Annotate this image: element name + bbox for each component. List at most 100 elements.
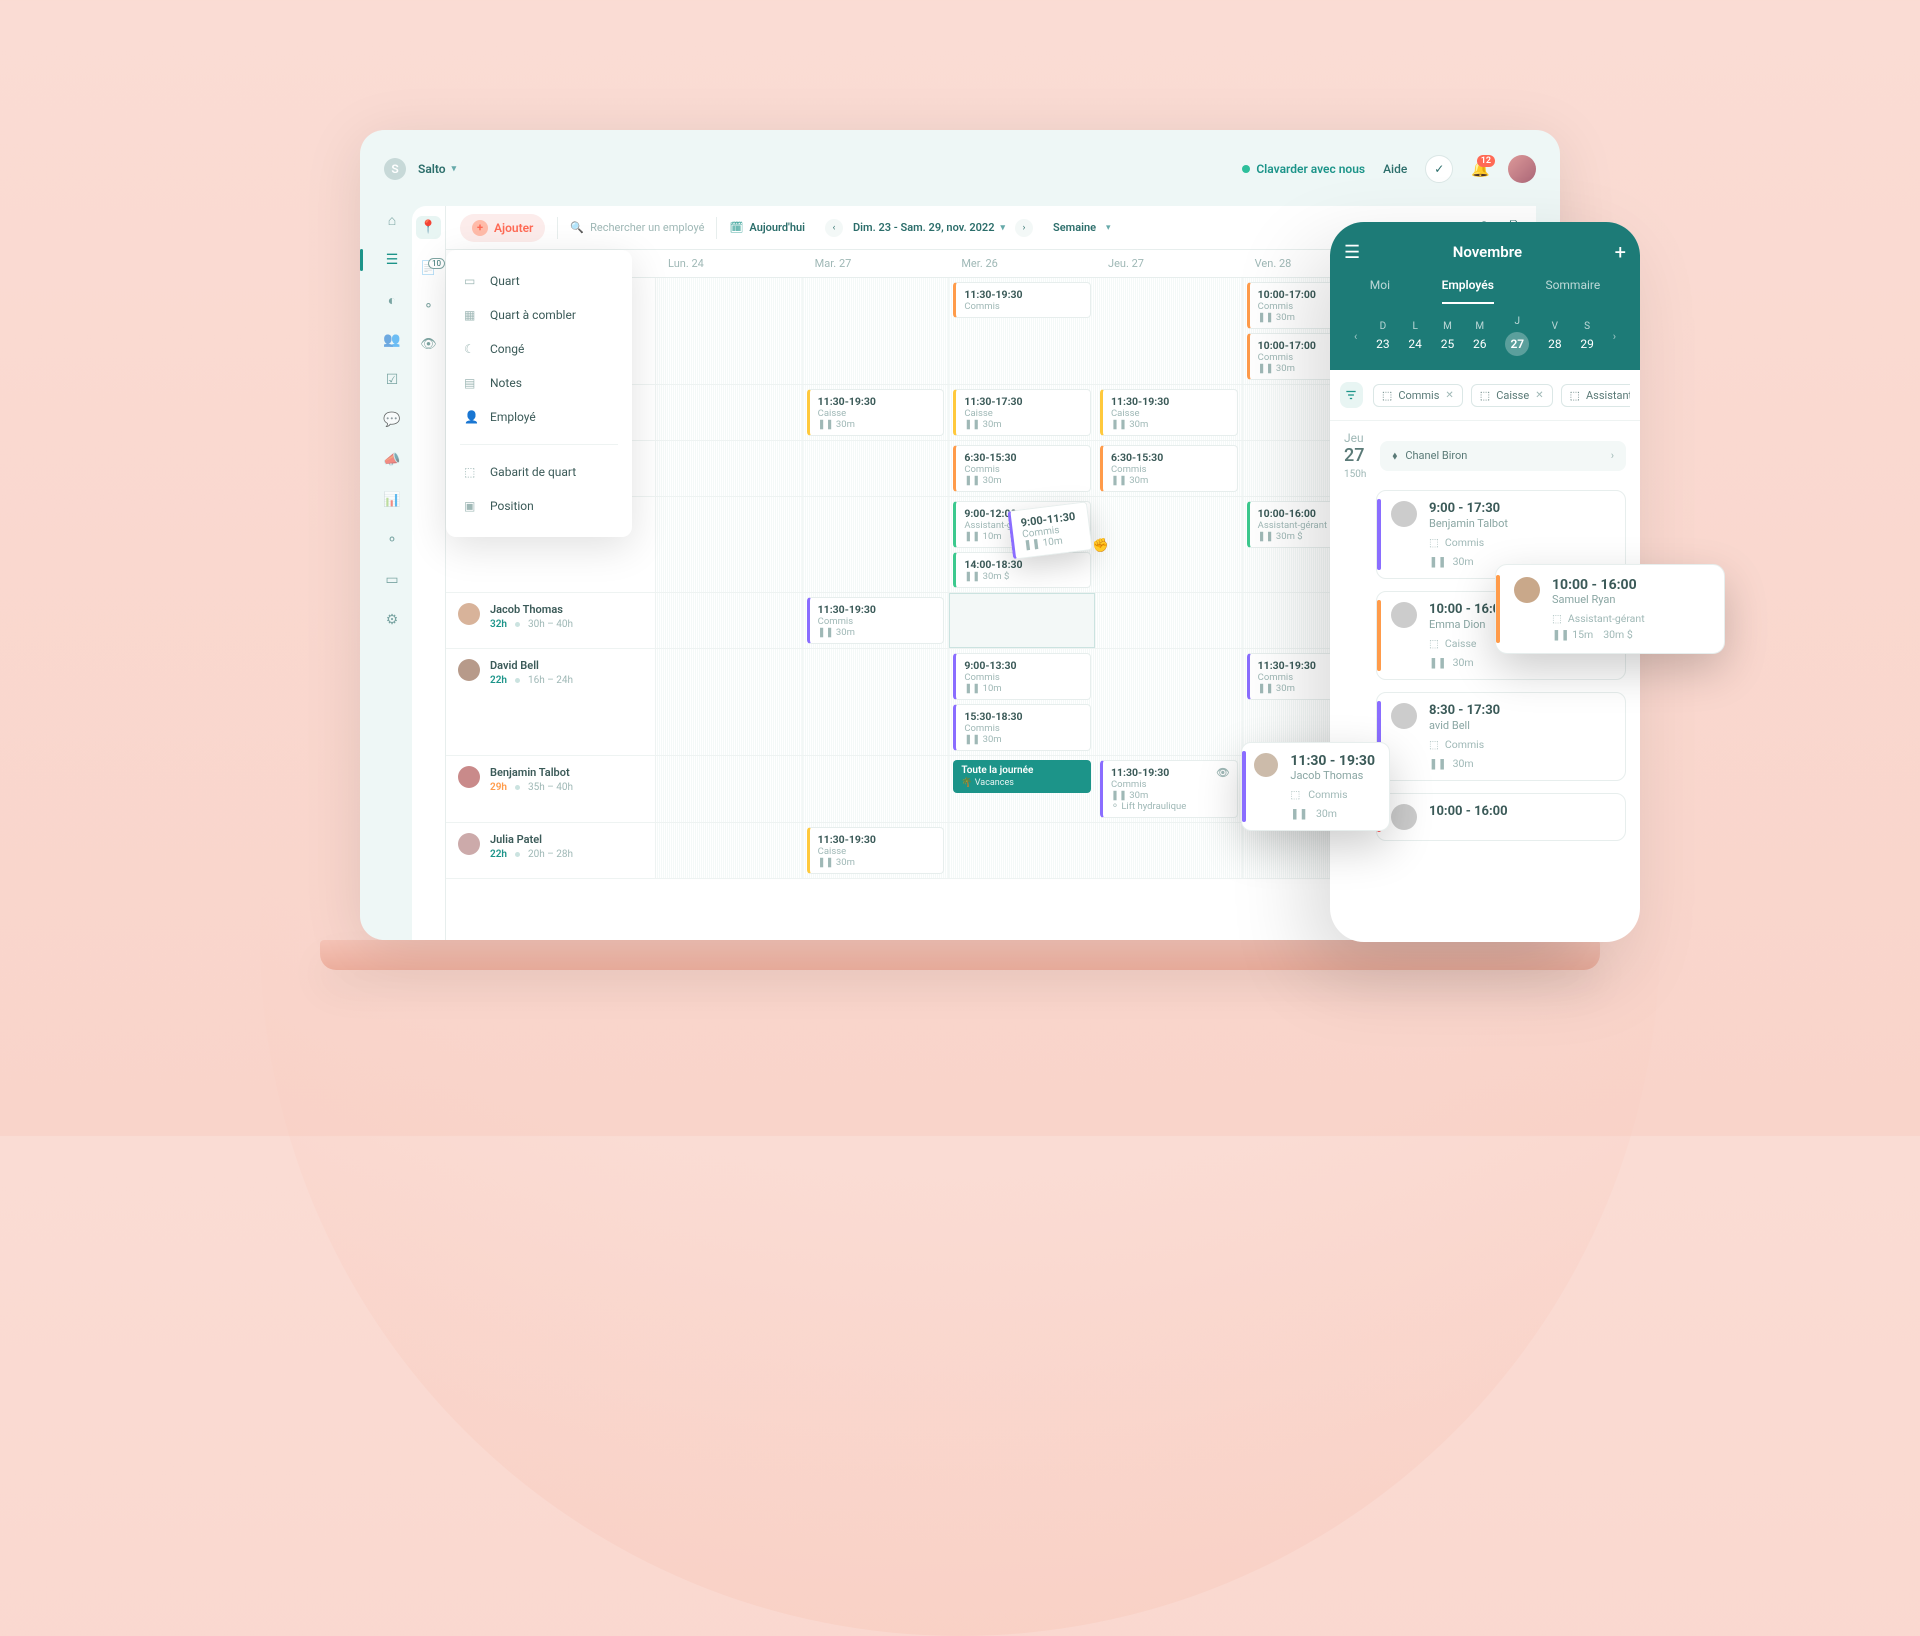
mobile-day[interactable]: M26 (1473, 321, 1487, 351)
mobile-tab[interactable]: Moi (1370, 278, 1390, 304)
mobile-day[interactable]: V28 (1548, 321, 1562, 351)
shift-card[interactable]: 11:30-19:30Caisse❚❚ 30m (807, 389, 945, 436)
day-cell[interactable]: 6:30-15:30Commis❚❚ 30m (949, 441, 1096, 496)
day-cell[interactable] (1096, 497, 1243, 592)
day-cell[interactable]: 11:30-19:30Caisse❚❚ 30m (803, 823, 950, 878)
day-cell[interactable] (656, 497, 803, 592)
day-cell[interactable] (656, 385, 803, 440)
globe-icon[interactable]: ◐ (384, 292, 400, 308)
day-cell[interactable]: 11:30-19:30Caisse❚❚ 30m (803, 385, 950, 440)
mobile-tab[interactable]: Sommaire (1545, 278, 1600, 304)
day-cell[interactable]: 11:30-17:30Caisse❚❚ 30m (949, 385, 1096, 440)
today-button[interactable]: 🗓 Aujourd'hui (729, 221, 805, 234)
day-cell[interactable] (803, 756, 950, 822)
day-cell[interactable] (656, 441, 803, 496)
pin-icon[interactable]: 📍 (416, 216, 440, 239)
add-notes[interactable]: ▤Notes (446, 366, 632, 400)
day-cell[interactable]: 11:30-19:30Caisse❚❚ 30m (1096, 385, 1243, 440)
filter-chip[interactable]: ⬚Assistant-g✕ (1561, 384, 1630, 407)
shift-card[interactable]: 11:30-19:30Commis (953, 282, 1091, 318)
shift-card[interactable]: 15:30-18:30Commis❚❚ 30m (953, 704, 1091, 751)
help-link[interactable]: Aide (1383, 162, 1407, 176)
day-cell[interactable]: 6:30-15:30Commis❚❚ 30m (1096, 441, 1243, 496)
day-cell[interactable] (656, 649, 803, 755)
mobile-shift-card[interactable]: 8:30 - 17:30avid Bell⬚Commis❚❚30m (1376, 692, 1626, 781)
card-icon[interactable]: ▭ (384, 572, 400, 588)
shift-card[interactable]: 9:00-13:30Commis❚❚ 10m (953, 653, 1091, 700)
org-icon[interactable]: ⚬ (384, 532, 400, 548)
user-avatar[interactable] (1508, 155, 1536, 183)
day-cell[interactable] (656, 756, 803, 822)
day-cell[interactable] (1096, 649, 1243, 755)
day-cell[interactable] (1096, 278, 1243, 384)
home-icon[interactable]: ⌂ (384, 212, 400, 228)
schedule-icon[interactable]: ☰ (384, 252, 400, 268)
shift-card[interactable]: 11:30-19:30Caisse❚❚ 30m (1100, 389, 1238, 436)
confirm-button[interactable]: ✓ (1425, 155, 1453, 183)
prev-icon[interactable]: ‹ (1354, 330, 1357, 343)
day-cell[interactable] (949, 593, 1096, 648)
add-open-shift[interactable]: ▦Quart à combler (446, 298, 632, 332)
shift-card[interactable]: 11:30-19:30 👁Commis❚❚ 30m⚬ Lift hydrauli… (1100, 760, 1238, 818)
add-employee[interactable]: 👤Employé (446, 400, 632, 434)
shift-card[interactable]: 11:30-17:30Caisse❚❚ 30m (953, 389, 1091, 436)
dragging-shift[interactable]: 9:00-11:30 Commis ❚❚ 10m ✊ (1007, 501, 1092, 559)
mobile-shift-card[interactable]: 10:00 - 16:00 (1376, 793, 1626, 841)
mobile-day[interactable]: D23 (1376, 321, 1390, 351)
date-range-picker[interactable]: Dim. 23 - Sam. 29, nov. 2022 ▾ (853, 221, 1005, 234)
allday-event[interactable]: Toute la journée🌴 Vacances (953, 760, 1091, 793)
notifications-button[interactable]: 🔔 12 (1471, 160, 1490, 178)
add-leave[interactable]: ☾Congé (446, 332, 632, 366)
prev-week-button[interactable]: ‹ (825, 219, 843, 237)
mobile-day[interactable]: S29 (1580, 321, 1594, 351)
mobile-day[interactable]: L24 (1408, 321, 1422, 351)
eye-icon[interactable]: 👁 (420, 335, 438, 353)
checkbox-icon[interactable]: ☑ (384, 372, 400, 388)
chart-icon[interactable]: 📊 (384, 492, 400, 508)
megaphone-icon[interactable]: 📣 (384, 452, 400, 468)
day-cell[interactable] (803, 649, 950, 755)
gear-icon[interactable]: ⚙ (384, 612, 400, 628)
menu-icon[interactable]: ☰ (1344, 242, 1360, 263)
filter-icon[interactable] (1340, 382, 1363, 408)
add-position[interactable]: ▣Position (446, 489, 632, 523)
filter-chip[interactable]: ⬚Caisse✕ (1471, 384, 1553, 407)
day-cell[interactable] (656, 278, 803, 384)
employee-cell[interactable]: Julia Patel22h20h – 28h (446, 823, 656, 878)
close-icon[interactable]: ✕ (1445, 390, 1453, 401)
chat-icon[interactable]: 💬 (384, 412, 400, 428)
employee-search[interactable]: 🔍 Rechercher un employé (570, 221, 704, 234)
add-template[interactable]: ⬚Gabarit de quart (446, 455, 632, 489)
add-shift[interactable]: ▭Quart (446, 264, 632, 298)
mobile-day[interactable]: M25 (1441, 321, 1455, 351)
day-cell[interactable]: 11:30-19:30Commis (949, 278, 1096, 384)
brand-menu[interactable]: Salto ▾ (418, 162, 456, 176)
day-cell[interactable] (1096, 593, 1243, 648)
day-cell[interactable] (656, 593, 803, 648)
mobile-floating-card[interactable]: 10:00 - 16:00 Samuel Ryan ⬚Assistant-gér… (1495, 564, 1725, 654)
mobile-day[interactable]: J27 (1505, 316, 1529, 356)
day-cell[interactable] (803, 497, 950, 592)
employee-cell[interactable]: Jacob Thomas32h30h – 40h (446, 593, 656, 648)
doc-icon[interactable]: 📄10 (420, 259, 438, 277)
tree-icon[interactable]: ⚬ (420, 297, 438, 315)
day-cell[interactable] (803, 441, 950, 496)
mobile-group-header[interactable]: ⬧ Chanel Biron › (1380, 441, 1626, 471)
floating-shift-card[interactable]: 11:30 - 19:30 Jacob Thomas ⬚Commis ❚❚30m (1241, 742, 1390, 831)
day-cell[interactable] (1096, 823, 1243, 878)
day-cell[interactable] (803, 278, 950, 384)
plus-icon[interactable]: + (1615, 240, 1626, 264)
next-icon[interactable]: › (1613, 330, 1616, 343)
day-cell[interactable] (656, 823, 803, 878)
next-week-button[interactable]: › (1015, 219, 1033, 237)
add-button[interactable]: + Ajouter (460, 214, 545, 242)
view-picker[interactable]: Semaine ▾ (1053, 221, 1111, 234)
shift-card[interactable]: 11:30-19:30Commis❚❚ 30m (807, 597, 945, 644)
employee-cell[interactable]: David Bell22h16h – 24h (446, 649, 656, 755)
filter-chip[interactable]: ⬚Commis✕ (1373, 384, 1463, 407)
day-cell[interactable]: 11:30-19:30Commis❚❚ 30m (803, 593, 950, 648)
day-cell[interactable] (949, 823, 1096, 878)
day-cell[interactable]: 9:00-13:30Commis❚❚ 10m15:30-18:30Commis❚… (949, 649, 1096, 755)
day-cell[interactable]: Toute la journée🌴 Vacances (949, 756, 1096, 822)
people-icon[interactable]: 👥 (384, 332, 400, 348)
